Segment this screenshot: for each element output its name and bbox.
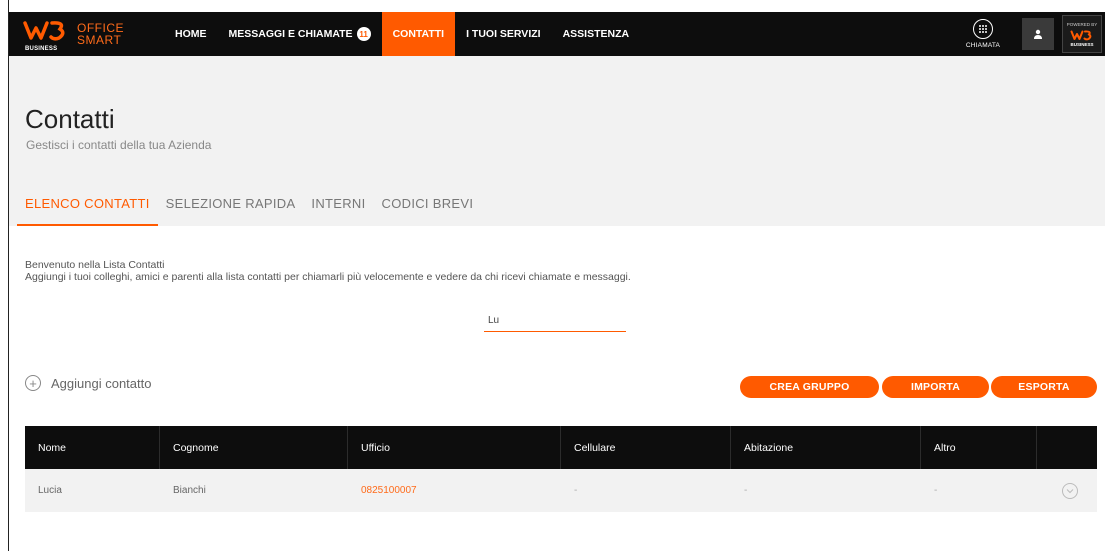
top-navbar: BUSINESS OFFICE SMART HOME MESSAGGI E CH…	[9, 12, 1105, 56]
nav-item-assistenza[interactable]: ASSISTENZA	[552, 12, 641, 56]
cell-actions	[1037, 469, 1097, 512]
column-header-abitazione[interactable]: Abitazione	[731, 426, 921, 469]
table-header: Nome Cognome Ufficio Cellulare Abitazion…	[25, 426, 1097, 469]
column-header-nome[interactable]: Nome	[25, 426, 160, 469]
column-header-ufficio[interactable]: Ufficio	[348, 426, 561, 469]
add-contact-label: Aggiungi contatto	[51, 375, 152, 391]
w3-small-logo-icon	[1070, 29, 1092, 40]
contacts-tabs: ELENCO CONTATTI SELEZIONE RAPIDA INTERNI…	[17, 194, 481, 226]
cell-abitazione: -	[744, 485, 748, 496]
call-button[interactable]: CHIAMATA	[956, 19, 1010, 49]
tab-codici-brevi[interactable]: CODICI BREVI	[374, 194, 482, 226]
cell-cellulare: -	[574, 485, 578, 496]
column-header-actions	[1037, 426, 1097, 469]
intro-line2: Aggiungi i tuoi colleghi, amici e parent…	[25, 271, 631, 283]
brand-logo-link[interactable]: BUSINESS OFFICE SMART	[9, 12, 164, 56]
nav-item-label: I TUOI SERVIZI	[466, 28, 541, 40]
brand-text: OFFICE SMART	[77, 22, 124, 46]
add-contact-button[interactable]: + Aggiungi contatto	[25, 375, 151, 391]
tab-selezione-rapida[interactable]: SELEZIONE RAPIDA	[158, 194, 304, 226]
dialpad-icon	[973, 19, 993, 39]
w3-logo-icon: BUSINESS	[23, 18, 69, 52]
column-header-cellulare[interactable]: Cellulare	[561, 426, 731, 469]
page-header: Contatti Gestisci i contatti della tua A…	[9, 56, 1105, 226]
nav-item-label: MESSAGGI E CHIAMATE	[228, 28, 353, 40]
cell-cognome: Bianchi	[173, 485, 206, 496]
brand-line2: SMART	[77, 33, 122, 47]
nav-item-home[interactable]: HOME	[164, 12, 218, 56]
crea-gruppo-button[interactable]: CREA GRUPPO	[740, 376, 879, 398]
nav-right-tools: CHIAMATA POWERED BY BUSINESS	[956, 12, 1105, 56]
contacts-table: Nome Cognome Ufficio Cellulare Abitazion…	[25, 426, 1097, 512]
esporta-button[interactable]: ESPORTA	[991, 376, 1097, 398]
cell-ufficio-link[interactable]: 0825100007	[348, 469, 561, 512]
tab-interni[interactable]: INTERNI	[303, 194, 373, 226]
plus-circle-icon: +	[25, 375, 41, 391]
powered-business-label: BUSINESS	[1070, 41, 1094, 47]
search-input[interactable]	[484, 310, 626, 332]
nav-item-messaggi[interactable]: MESSAGGI E CHIAMATE 11	[218, 12, 382, 56]
intro-text: Benvenuto nella Lista Contatti Aggiungi …	[25, 259, 631, 283]
page-title: Contatti	[25, 104, 115, 134]
powered-by-logo: POWERED BY BUSINESS	[1062, 15, 1102, 53]
column-header-altro[interactable]: Altro	[921, 426, 1037, 469]
nav-item-contatti[interactable]: CONTATTI	[381, 12, 456, 56]
nav-item-servizi[interactable]: I TUOI SERVIZI	[455, 12, 551, 56]
tab-elenco-contatti[interactable]: ELENCO CONTATTI	[17, 194, 158, 226]
intro-line1: Benvenuto nella Lista Contatti	[25, 259, 165, 271]
powered-by-label: POWERED BY	[1066, 21, 1098, 27]
expand-row-button[interactable]	[1062, 482, 1078, 499]
main-nav: HOME MESSAGGI E CHIAMATE 11 CONTATTI I T…	[164, 12, 640, 56]
table-row[interactable]: Lucia Bianchi 0825100007 - - -	[25, 469, 1097, 512]
nav-item-label: ASSISTENZA	[562, 28, 630, 40]
column-header-cognome[interactable]: Cognome	[160, 426, 348, 469]
unread-count-badge: 11	[356, 27, 371, 41]
brand-business-label: BUSINESS	[25, 46, 58, 52]
nav-item-label: CONTATTI	[392, 28, 445, 40]
cell-nome: Lucia	[38, 485, 62, 496]
chevron-down-icon	[1066, 488, 1074, 493]
user-icon	[1034, 29, 1042, 39]
importa-button[interactable]: IMPORTA	[882, 376, 989, 398]
nav-item-label: HOME	[175, 28, 207, 40]
cell-altro: -	[934, 485, 938, 496]
page-subtitle: Gestisci i contatti della tua Azienda	[26, 138, 212, 152]
call-label: CHIAMATA	[965, 42, 1001, 49]
user-menu-button[interactable]	[1022, 18, 1054, 50]
